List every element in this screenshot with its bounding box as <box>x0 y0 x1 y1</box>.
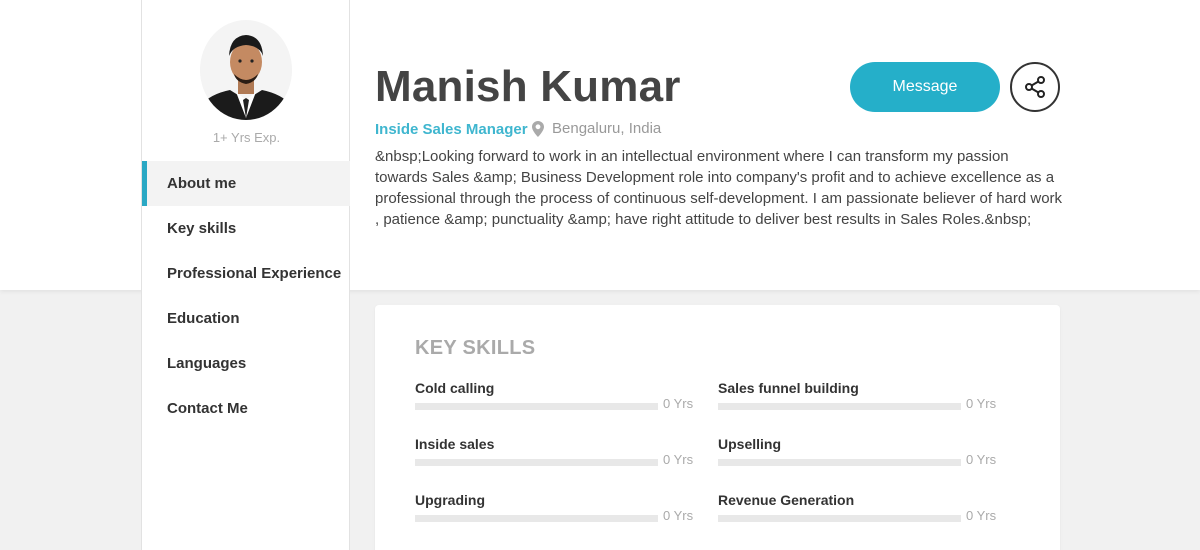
skill-bar <box>718 403 961 410</box>
skill-item: Inside sales 0 Yrs <box>415 436 695 476</box>
skill-bar <box>415 459 658 466</box>
skill-years: 0 Yrs <box>663 508 694 523</box>
sidebar: 1+ Yrs Exp. About me Key skills Professi… <box>141 0 350 550</box>
skill-years: 0 Yrs <box>966 396 997 411</box>
skill-item: Upgrading 0 Yrs <box>415 492 695 532</box>
location-text: Bengaluru, India <box>552 120 662 137</box>
message-button[interactable]: Message <box>850 62 1000 112</box>
skill-name: Upselling <box>718 436 782 452</box>
profile-photo <box>200 20 292 120</box>
share-button[interactable] <box>1010 62 1060 112</box>
key-skills-card: KEY SKILLS Cold calling 0 Yrs Sales funn… <box>375 305 1060 550</box>
sidebar-nav: About me Key skills Professional Experie… <box>142 161 350 431</box>
sidebar-item-education[interactable]: Education <box>142 296 350 341</box>
skill-name: Revenue Generation <box>718 492 855 508</box>
key-skills-title: KEY SKILLS <box>415 337 536 359</box>
skill-bar <box>718 459 961 466</box>
profile-location: Bengaluru, India <box>532 120 661 137</box>
skill-bar <box>718 515 961 522</box>
skill-years: 0 Yrs <box>966 452 997 467</box>
skill-years: 0 Yrs <box>663 452 694 467</box>
profile-name: Manish Kumar <box>375 62 681 111</box>
skill-years: 0 Yrs <box>663 396 694 411</box>
sidebar-item-languages[interactable]: Languages <box>142 341 350 386</box>
skill-name: Upgrading <box>415 492 485 508</box>
skill-years: 0 Yrs <box>966 508 997 523</box>
profile-role: Inside Sales Manager <box>375 121 528 138</box>
experience-label: 1+ Yrs Exp. <box>212 130 281 145</box>
skill-name: Sales funnel building <box>718 380 859 396</box>
skill-bar <box>415 515 658 522</box>
sidebar-item-about-me[interactable]: About me <box>142 161 350 206</box>
sidebar-item-key-skills[interactable]: Key skills <box>142 206 350 251</box>
avatar <box>200 20 292 120</box>
skill-item: Sales funnel building 0 Yrs <box>718 380 998 420</box>
skill-name: Cold calling <box>415 380 495 396</box>
skill-name: Inside sales <box>415 436 495 452</box>
skill-item: Cold calling 0 Yrs <box>415 380 695 420</box>
skill-item: Revenue Generation 0 Yrs <box>718 492 998 532</box>
sidebar-item-contact-me[interactable]: Contact Me <box>142 386 350 431</box>
share-icon <box>1025 76 1045 98</box>
skill-bar <box>415 403 658 410</box>
location-pin-icon <box>532 120 544 137</box>
about-text: &nbsp;Looking forward to work in an inte… <box>375 148 1063 228</box>
sidebar-item-professional-experience[interactable]: Professional Experience <box>142 251 350 296</box>
skill-item: Upselling 0 Yrs <box>718 436 998 476</box>
